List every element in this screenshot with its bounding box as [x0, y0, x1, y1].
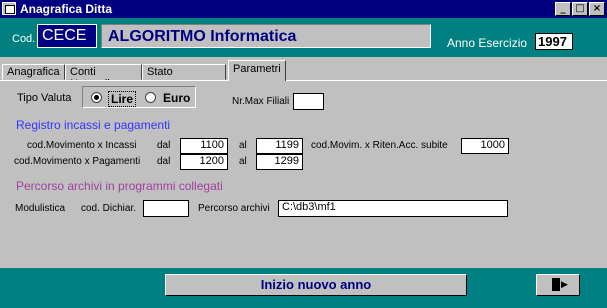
tab-conti-notevoli[interactable]: Conti Notevoli	[65, 64, 142, 90]
window: Anagrafica Ditta _ □ × Cod. CECE ALGORIT…	[0, 0, 607, 308]
percorso-archivi-field[interactable]: C:\db3\mf1	[278, 200, 508, 217]
exit-button[interactable]: ▶	[536, 274, 580, 296]
registro-section-title: Registro incassi e pagamenti	[16, 118, 171, 132]
cod-dichiar-label: cod. Dichiar.	[81, 203, 137, 214]
incassi-al-field[interactable]: 1199	[256, 138, 303, 154]
incassi-dal-field[interactable]: 1100	[180, 138, 228, 154]
pagamenti-al-label: al	[239, 156, 247, 167]
exit-arrow-icon: ▶	[561, 279, 568, 289]
modulistica-label: Modulistica	[15, 203, 66, 214]
close-button[interactable]: ×	[589, 2, 605, 16]
valuta-radio-group: Lire Euro	[82, 86, 196, 108]
percorso-archivi-label: Percorso archivi	[198, 203, 270, 214]
tab-stato-avanzam[interactable]: Stato avanzam.	[142, 64, 226, 90]
anno-field[interactable]: 1997	[535, 33, 573, 50]
incassi-dal-label: dal	[157, 140, 171, 151]
form-icon	[2, 2, 16, 15]
cod-label: Cod.	[12, 33, 36, 45]
maximize-button[interactable]: □	[572, 2, 588, 16]
cod-dichiar-field[interactable]	[143, 200, 189, 217]
tab-parametri[interactable]: Parametri	[228, 60, 286, 81]
percorso-section-title: Percorso archivi in programmi collegati	[16, 179, 223, 193]
pagamenti-label: cod.Movimento x Pagamenti	[14, 156, 141, 167]
lire-radio[interactable]	[91, 92, 102, 103]
new-year-button[interactable]: Inizio nuovo anno	[165, 274, 467, 296]
nr-max-filiali-label: Nr.Max Filiali	[232, 96, 290, 107]
lire-label[interactable]: Lire	[108, 91, 137, 107]
company-name-field[interactable]: ALGORITMO Informatica	[101, 24, 431, 48]
pagamenti-dal-field[interactable]: 1200	[180, 154, 228, 170]
incassi-label: cod.Movimento x Incassi	[27, 140, 137, 151]
euro-label[interactable]: Euro	[163, 91, 190, 105]
pagamenti-al-field[interactable]: 1299	[256, 154, 303, 170]
cod-field[interactable]: CECE	[37, 24, 97, 48]
anno-label: Anno Esercizio	[447, 36, 528, 50]
tipo-valuta-label: Tipo Valuta	[17, 92, 72, 104]
window-title: Anagrafica Ditta	[20, 2, 113, 16]
minimize-button[interactable]: _	[555, 2, 571, 16]
pagamenti-dal-label: dal	[157, 156, 171, 167]
title-bar: Anagrafica Ditta _ □ ×	[0, 0, 607, 18]
exit-door-icon	[552, 278, 560, 291]
riten-field[interactable]: 1000	[461, 138, 509, 154]
incassi-al-label: al	[239, 140, 247, 151]
riten-label: cod.Movim. x Riten.Acc. subite	[311, 140, 448, 151]
euro-radio[interactable]	[145, 92, 156, 103]
tab-anagrafica[interactable]: Anagrafica	[2, 64, 65, 80]
tab-strip: Anagrafica Conti Notevoli Stato avanzam.…	[0, 60, 607, 90]
nr-max-filiali-field[interactable]	[293, 93, 324, 110]
